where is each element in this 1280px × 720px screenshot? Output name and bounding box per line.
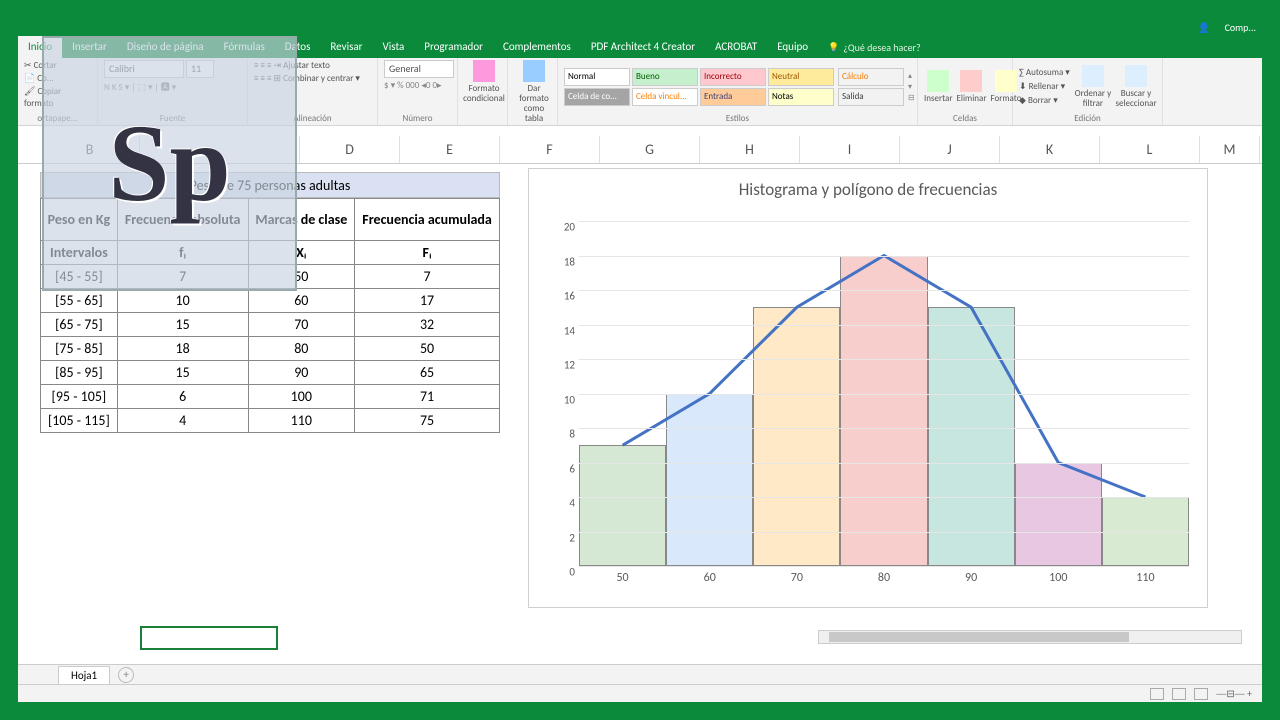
view-normal-icon[interactable]	[1150, 688, 1164, 700]
cell-styles-gallery[interactable]: NormalBuenoIncorrectoNeutral Celda de co.…	[564, 68, 834, 106]
style-cell[interactable]: Entrada	[700, 88, 766, 106]
find-select-button[interactable]: Buscar y seleccionar	[1116, 65, 1156, 109]
style-cell[interactable]: Celda vincul...	[632, 88, 698, 106]
number-format[interactable]: General	[384, 60, 454, 78]
column-header[interactable]: M	[1200, 136, 1260, 163]
tell-me-input[interactable]: ¿Qué desea hacer?	[828, 36, 921, 58]
status-bar: ──⊟── +	[18, 684, 1262, 702]
tab-vista[interactable]: Vista	[373, 36, 415, 58]
table-row[interactable]: [75 - 85]188050	[41, 337, 500, 361]
watermark-logo: Sp	[42, 36, 297, 291]
column-header[interactable]: K	[1000, 136, 1100, 163]
column-header[interactable]: F	[500, 136, 600, 163]
tab-pdf-architect-4-creator[interactable]: PDF Architect 4 Creator	[581, 36, 705, 58]
column-header[interactable]: G	[600, 136, 700, 163]
fill-button[interactable]: ⬇ Rellenar ▾	[1019, 80, 1070, 93]
conditional-format-button[interactable]: Formato condicional	[464, 60, 504, 104]
add-sheet-button[interactable]: +	[118, 667, 134, 683]
horizontal-scrollbar[interactable]	[818, 630, 1242, 644]
table-row[interactable]: [95 - 105]610071	[41, 385, 500, 409]
insert-cells-button[interactable]: Insertar	[924, 70, 953, 104]
tab-equipo[interactable]: Equipo	[767, 36, 818, 58]
plot-area	[579, 221, 1189, 566]
clear-button[interactable]: ◆ Borrar ▾	[1019, 94, 1070, 107]
delete-cells-button[interactable]: Eliminar	[957, 70, 987, 104]
view-layout-icon[interactable]	[1172, 688, 1186, 700]
tab-complementos[interactable]: Complementos	[493, 36, 581, 58]
column-header[interactable]: D	[300, 136, 400, 163]
column-header[interactable]: J	[900, 136, 1000, 163]
style-cell[interactable]: Bueno	[632, 68, 698, 86]
column-header[interactable]: H	[700, 136, 800, 163]
autosum-button[interactable]: ∑ Autosuma ▾	[1019, 66, 1070, 79]
view-break-icon[interactable]	[1194, 688, 1208, 700]
y-axis: 02468101214161820	[549, 221, 577, 566]
style-cell[interactable]: Salida	[838, 88, 904, 106]
column-header[interactable]: L	[1100, 136, 1200, 163]
table-row[interactable]: [65 - 75]157032	[41, 313, 500, 337]
tab-revisar[interactable]: Revisar	[320, 36, 372, 58]
share-button[interactable]: 👤 Comp...	[1198, 21, 1256, 34]
sheet-tab-hoja1[interactable]: Hoja1	[58, 666, 110, 684]
style-cell[interactable]: Celda de co...	[564, 88, 630, 106]
table-row[interactable]: [105 - 115]411075	[41, 409, 500, 433]
style-cell[interactable]: Neutral	[768, 68, 834, 86]
active-cell[interactable]	[140, 626, 278, 650]
format-table-button[interactable]: Dar formato como tabla	[514, 60, 554, 124]
tab-acrobat[interactable]: ACROBAT	[705, 36, 767, 58]
column-header[interactable]: I	[800, 136, 900, 163]
chart-title: Histograma y polígono de frecuencias	[529, 169, 1207, 210]
sheet-tabs: Hoja1 +	[18, 664, 1262, 684]
x-axis: 5060708090100110	[579, 571, 1189, 591]
style-cell[interactable]: Cálculo	[838, 68, 904, 86]
table-row[interactable]: [55 - 65]106017	[41, 289, 500, 313]
tab-programador[interactable]: Programador	[414, 36, 493, 58]
chart-object[interactable]: Histograma y polígono de frecuencias 024…	[528, 168, 1208, 608]
sort-filter-button[interactable]: Ordenar y filtrar	[1074, 65, 1112, 109]
style-cell[interactable]: Notas	[768, 88, 834, 106]
title-bar: 👤 Comp...	[18, 18, 1262, 36]
table-row[interactable]: [85 - 95]159065	[41, 361, 500, 385]
style-cell[interactable]: Normal	[564, 68, 630, 86]
column-header[interactable]: E	[400, 136, 500, 163]
style-cell[interactable]: Incorrecto	[700, 68, 766, 86]
